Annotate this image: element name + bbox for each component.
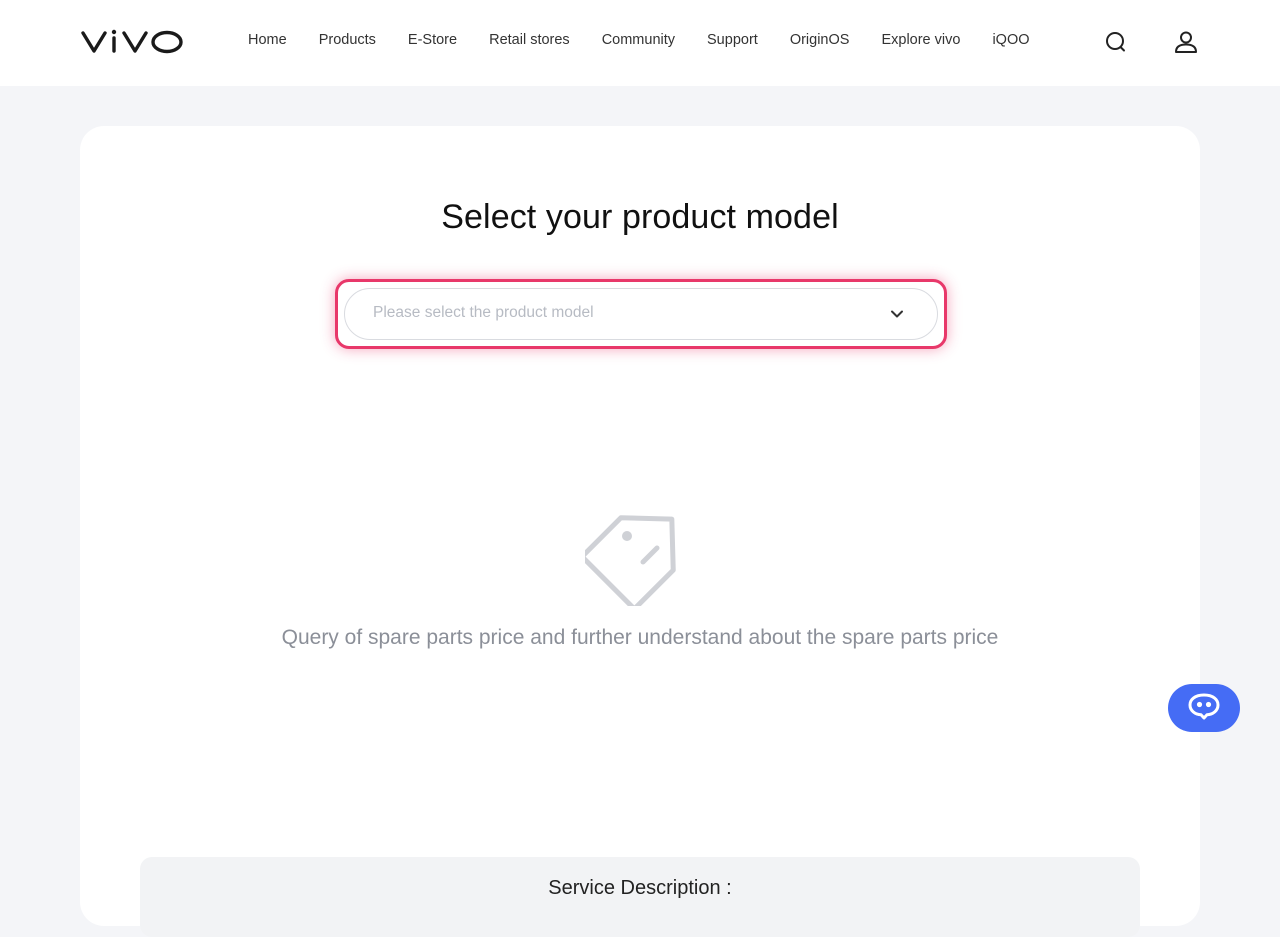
nav-e-store[interactable]: E-Store [392, 32, 473, 48]
chat-bot-icon [1187, 692, 1221, 725]
product-model-select-highlight: Please select the product model [335, 279, 947, 349]
chat-bot-button[interactable] [1168, 684, 1240, 732]
chevron-down-icon[interactable] [887, 304, 907, 324]
nav-products[interactable]: Products [303, 32, 392, 48]
price-tag-icon [580, 496, 695, 611]
page-title: Select your product model [441, 198, 839, 236]
nav-support[interactable]: Support [691, 32, 774, 48]
nav-home[interactable]: Home [232, 32, 303, 48]
nav-originos[interactable]: OriginOS [774, 32, 866, 48]
nav-community[interactable]: Community [586, 32, 691, 48]
content-card: Select your product model Please select … [80, 126, 1200, 937]
search-icon[interactable] [1102, 28, 1130, 56]
nav-iqoo[interactable]: iQOO [976, 32, 1045, 48]
nav-explore-vivo[interactable]: Explore vivo [865, 32, 976, 48]
service-description-title: Service Description : [548, 877, 732, 899]
main-nav: Home Products E-Store Retail stores Comm… [232, 0, 1046, 80]
service-description: Service Description : [140, 857, 1140, 937]
product-model-select[interactable]: Please select the product model [344, 288, 938, 340]
vivo-logo[interactable] [80, 26, 184, 58]
empty-state-text: Query of spare parts price and further u… [281, 626, 999, 649]
select-placeholder: Please select the product model [373, 304, 594, 321]
user-icon[interactable] [1172, 28, 1200, 56]
site-header: Home Products E-Store Retail stores Comm… [0, 0, 1280, 86]
nav-retail-stores[interactable]: Retail stores [473, 32, 586, 48]
